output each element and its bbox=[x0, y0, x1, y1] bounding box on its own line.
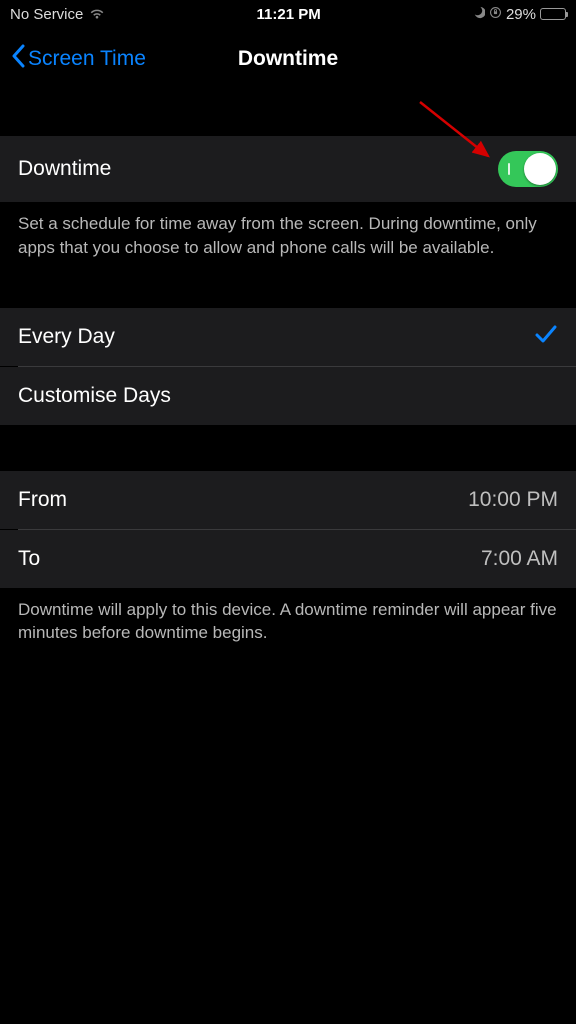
status-left: No Service bbox=[10, 6, 105, 23]
battery-percent: 29% bbox=[506, 6, 536, 23]
checkmark-icon bbox=[534, 324, 558, 350]
spacer bbox=[0, 425, 576, 471]
downtime-footer: Downtime will apply to this device. A do… bbox=[0, 588, 576, 660]
battery-icon bbox=[540, 8, 566, 20]
to-value: 7:00 AM bbox=[481, 547, 558, 571]
from-time-row[interactable]: From 10:00 PM bbox=[0, 471, 576, 529]
carrier-label: No Service bbox=[10, 6, 83, 23]
from-value: 10:00 PM bbox=[468, 488, 558, 512]
back-label: Screen Time bbox=[28, 47, 146, 71]
wifi-icon bbox=[89, 8, 105, 20]
downtime-toggle[interactable] bbox=[498, 151, 558, 187]
spacer bbox=[0, 90, 576, 136]
status-bar: No Service 11:21 PM 29% bbox=[0, 0, 576, 28]
status-time: 11:21 PM bbox=[257, 6, 321, 23]
downtime-toggle-row[interactable]: Downtime bbox=[0, 136, 576, 202]
customise-days-label: Customise Days bbox=[18, 384, 171, 408]
chevron-left-icon bbox=[10, 44, 26, 74]
downtime-toggle-label: Downtime bbox=[18, 157, 111, 181]
orientation-lock-icon bbox=[489, 6, 502, 23]
every-day-row[interactable]: Every Day bbox=[0, 308, 576, 366]
moon-icon bbox=[472, 6, 485, 23]
status-right: 29% bbox=[472, 6, 566, 23]
toggle-knob bbox=[524, 153, 556, 185]
spacer bbox=[0, 274, 576, 308]
every-day-label: Every Day bbox=[18, 325, 115, 349]
nav-bar: Screen Time Downtime bbox=[0, 28, 576, 90]
back-button[interactable]: Screen Time bbox=[10, 44, 146, 74]
from-label: From bbox=[18, 488, 67, 512]
customise-days-row[interactable]: Customise Days bbox=[0, 367, 576, 425]
to-label: To bbox=[18, 547, 40, 571]
to-time-row[interactable]: To 7:00 AM bbox=[0, 530, 576, 588]
downtime-description: Set a schedule for time away from the sc… bbox=[0, 202, 576, 274]
toggle-on-indicator bbox=[508, 163, 510, 175]
